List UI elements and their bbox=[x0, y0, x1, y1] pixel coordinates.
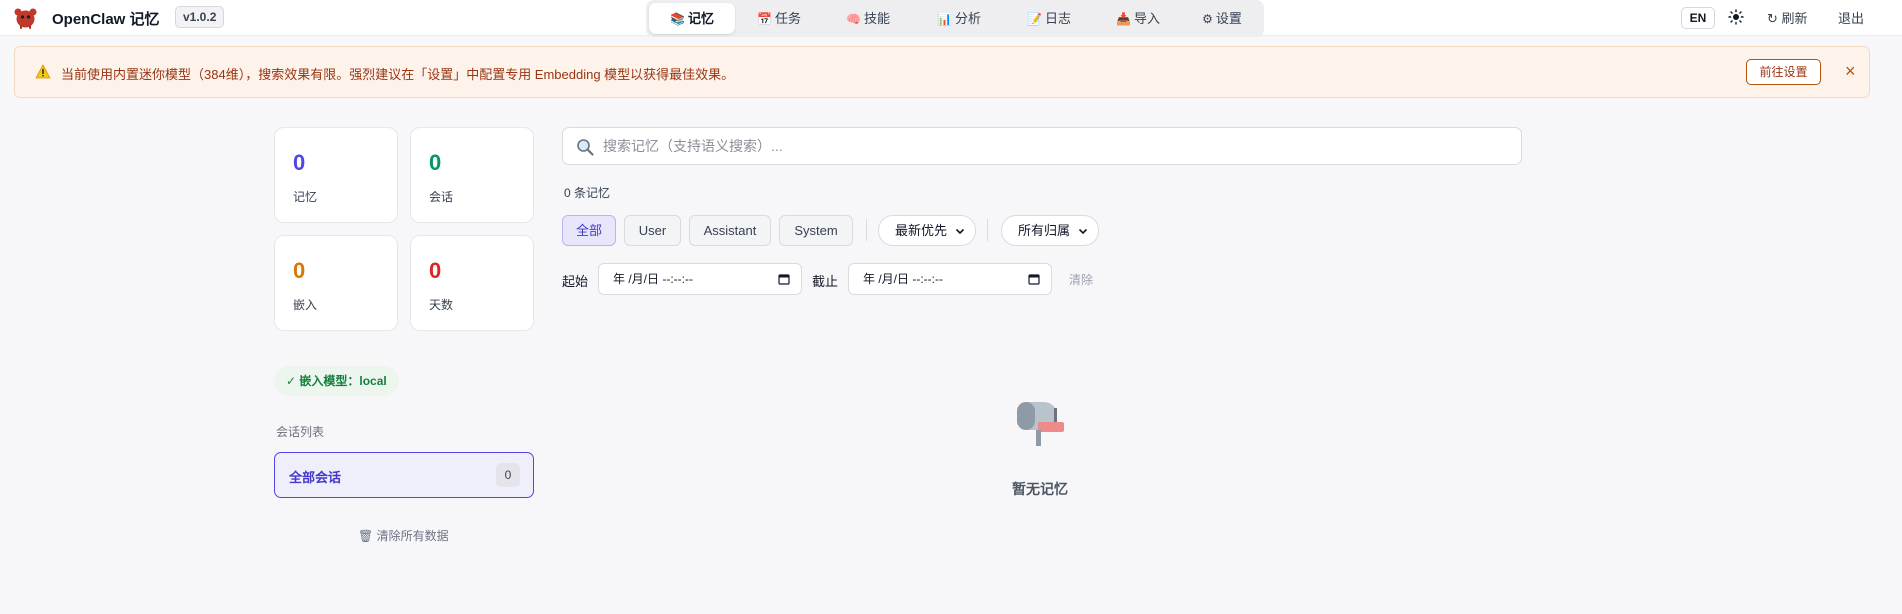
session-item-all[interactable]: 全部会话 0 bbox=[274, 452, 534, 498]
tab-label: 导入 bbox=[1133, 11, 1160, 26]
trash-icon: 🗑 bbox=[358, 529, 374, 543]
warning-icon bbox=[35, 64, 51, 79]
filter-role-user[interactable]: User bbox=[624, 215, 681, 246]
sun-icon[interactable] bbox=[1728, 9, 1744, 25]
sort-select[interactable]: 最新优先 bbox=[878, 215, 976, 246]
inbox-tray-icon: 📥 bbox=[1116, 12, 1131, 26]
embedding-model-status: ✓ 嵌入模型：local bbox=[274, 366, 399, 396]
filter-role-all[interactable]: 全部 bbox=[562, 215, 616, 246]
start-date-label: 起始 bbox=[562, 274, 589, 289]
brain-icon: 🧠 bbox=[846, 12, 861, 26]
warning-message: 当前使用内置迷你模型（384维），搜索效果有限。强烈建议在「设置」中配置专用 E… bbox=[61, 67, 735, 82]
tab-skills[interactable]: 🧠 技能 bbox=[823, 3, 913, 34]
app-title: OpenClaw 记忆 bbox=[52, 11, 160, 28]
notepad-icon: 📅 bbox=[757, 12, 772, 26]
embedding-warning-banner: 当前使用内置迷你模型（384维），搜索效果有限。强烈建议在「设置」中配置专用 E… bbox=[14, 46, 1870, 98]
owner-select[interactable]: 所有归属 bbox=[1001, 215, 1099, 246]
stat-card-memories: 0 记忆 bbox=[274, 127, 398, 223]
tab-settings[interactable]: ⚙ 设置 bbox=[1183, 3, 1261, 34]
books-icon: 📚 bbox=[670, 12, 685, 26]
calendar-icon bbox=[1028, 274, 1040, 285]
start-date-value: 年 /月/日 --:--:-- bbox=[613, 272, 693, 286]
tab-memories[interactable]: 📚 记忆 bbox=[649, 3, 735, 34]
stat-card-days: 0 天数 bbox=[410, 235, 534, 331]
mailbox-icon bbox=[1017, 402, 1064, 446]
top-bar: OpenClaw 记忆 v1.0.2 📚 记忆 📅 任务 🧠 技能 📊 分析 📝 日志 📥… bbox=[0, 0, 1902, 37]
bar-chart-icon: 📊 bbox=[937, 12, 952, 26]
stat-label: 天数 bbox=[429, 298, 454, 312]
filter-role-system[interactable]: System bbox=[779, 215, 853, 246]
divider bbox=[866, 219, 867, 241]
stat-value: 0 bbox=[429, 150, 442, 175]
stat-value: 0 bbox=[293, 150, 306, 175]
go-to-settings-button[interactable]: 前往设置 bbox=[1746, 59, 1821, 85]
language-toggle-button[interactable]: EN bbox=[1681, 7, 1715, 29]
session-label: 全部会话 bbox=[289, 470, 342, 485]
clear-all-data-button[interactable]: 🗑 清除所有数据 bbox=[358, 527, 449, 544]
stat-card-embeddings: 0 嵌入 bbox=[274, 235, 398, 331]
tab-label: 设置 bbox=[1215, 11, 1242, 26]
tab-import[interactable]: 📥 导入 bbox=[1094, 3, 1182, 34]
stat-label: 会话 bbox=[429, 190, 454, 204]
empty-state-text: 暂无记忆 bbox=[1012, 481, 1068, 497]
search-box bbox=[562, 127, 1522, 165]
refresh-icon: ↻ bbox=[1767, 11, 1778, 26]
tab-label: 日志 bbox=[1044, 11, 1071, 26]
session-list-heading: 会话列表 bbox=[276, 425, 325, 439]
tab-label: 记忆 bbox=[687, 11, 714, 26]
end-date-value: 年 /月/日 --:--:-- bbox=[863, 272, 943, 286]
chevron-down-icon bbox=[955, 228, 965, 235]
gear-icon: ⚙ bbox=[1202, 12, 1213, 26]
divider bbox=[987, 219, 988, 241]
stat-value: 0 bbox=[293, 258, 306, 283]
stat-label: 嵌入 bbox=[293, 298, 318, 312]
clear-dates-button[interactable]: 清除 bbox=[1069, 271, 1093, 288]
lobster-logo-icon bbox=[14, 8, 37, 29]
end-date-label: 截止 bbox=[812, 274, 839, 289]
stat-label: 记忆 bbox=[293, 190, 318, 204]
sort-value: 最新优先 bbox=[895, 223, 948, 238]
clear-all-label: 清除所有数据 bbox=[376, 529, 449, 543]
refresh-button[interactable]: ↻ 刷新 bbox=[1767, 8, 1808, 27]
search-icon bbox=[577, 139, 594, 156]
stat-card-sessions: 0 会话 bbox=[410, 127, 534, 223]
calendar-icon bbox=[778, 274, 790, 285]
tab-label: 分析 bbox=[954, 11, 981, 26]
session-count-badge: 0 bbox=[496, 463, 520, 487]
chevron-down-icon bbox=[1078, 228, 1088, 235]
tab-logs[interactable]: 📝 日志 bbox=[1005, 3, 1093, 34]
tab-analytics[interactable]: 📊 分析 bbox=[914, 3, 1004, 34]
tab-label: 技能 bbox=[863, 11, 890, 26]
version-badge: v1.0.2 bbox=[175, 6, 225, 28]
close-icon[interactable]: × bbox=[1845, 60, 1856, 82]
start-date-input[interactable]: 年 /月/日 --:--:-- bbox=[598, 263, 802, 295]
filter-role-assistant[interactable]: Assistant bbox=[689, 215, 771, 246]
search-input[interactable] bbox=[603, 128, 1503, 164]
owner-value: 所有归属 bbox=[1018, 223, 1071, 238]
tab-label: 任务 bbox=[774, 11, 801, 26]
tab-tasks[interactable]: 📅 任务 bbox=[736, 3, 822, 34]
main-nav: 📚 记忆 📅 任务 🧠 技能 📊 分析 📝 日志 📥 导入 ⚙ 设置 bbox=[646, 0, 1264, 37]
memo-icon: 📝 bbox=[1027, 12, 1042, 26]
memory-count: 0 条记忆 bbox=[564, 186, 611, 200]
logout-button[interactable]: 退出 bbox=[1838, 8, 1864, 27]
stat-value: 0 bbox=[429, 258, 442, 283]
end-date-input[interactable]: 年 /月/日 --:--:-- bbox=[848, 263, 1052, 295]
refresh-label: 刷新 bbox=[1781, 11, 1808, 26]
